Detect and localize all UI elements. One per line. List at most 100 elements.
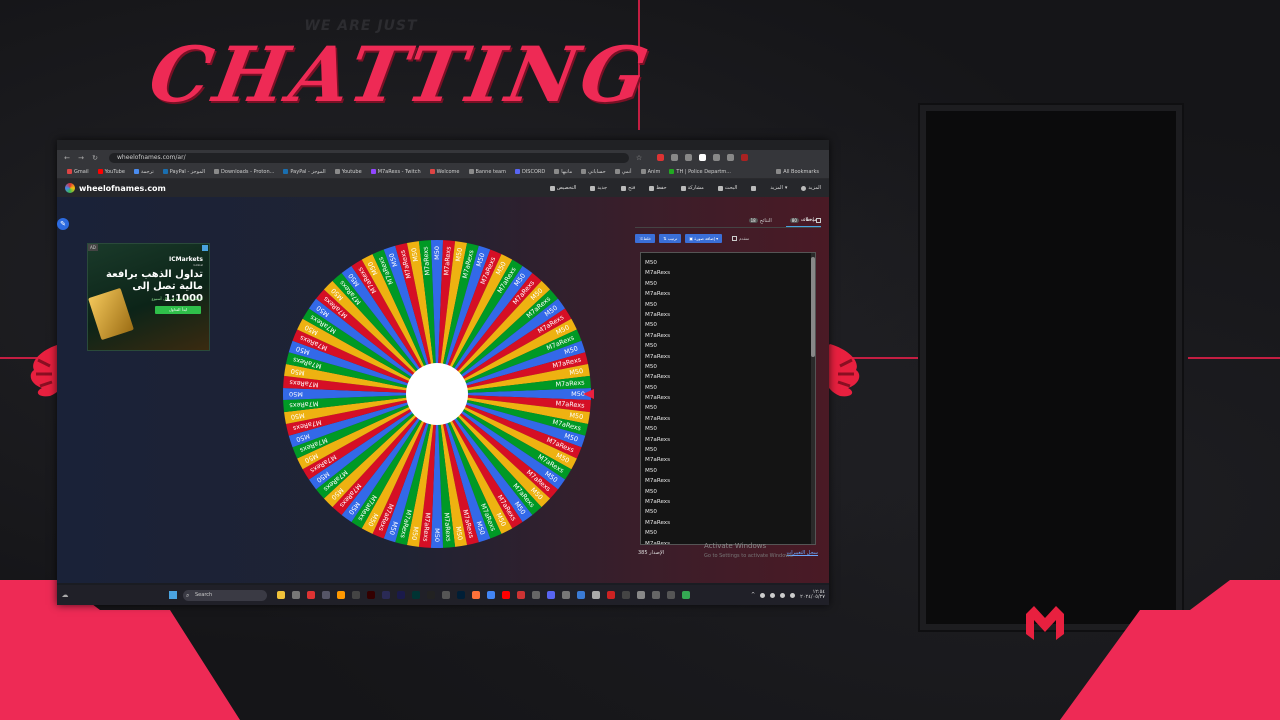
extension-icon[interactable] bbox=[713, 154, 720, 161]
bookmark[interactable]: Downloads - Proton... bbox=[214, 169, 274, 175]
all-bookmarks[interactable]: All Bookmarks bbox=[776, 169, 819, 175]
menu-save[interactable]: حفظ bbox=[649, 185, 667, 191]
bookmark[interactable]: Youtube bbox=[334, 169, 362, 175]
advertisement[interactable]: AD ICMarkets Global تداول الذهب برافعة م… bbox=[87, 243, 210, 351]
name-wheel[interactable]: M50 M7aRexs M50 M7aRexs M50 M7aRexs M50 M7aRexs… bbox=[280, 234, 594, 564]
app-icon[interactable] bbox=[562, 591, 570, 599]
tray-chevron-icon[interactable]: ^ bbox=[751, 592, 755, 598]
wheel-segment-label: M50 bbox=[571, 390, 585, 398]
entry-line: M7aRexs bbox=[645, 519, 671, 526]
app-icon[interactable] bbox=[622, 591, 630, 599]
widgets-icon[interactable]: ☁ bbox=[61, 591, 69, 599]
tray-icon[interactable] bbox=[760, 592, 766, 598]
bookmark[interactable]: Anim bbox=[640, 169, 660, 175]
settings-icon[interactable] bbox=[442, 591, 450, 599]
bookmark[interactable]: YouTube bbox=[97, 169, 125, 175]
bookmark[interactable]: ماتيها bbox=[554, 169, 572, 175]
audition-icon[interactable] bbox=[412, 591, 420, 599]
app-icon[interactable] bbox=[427, 591, 435, 599]
bookmark[interactable]: PayPal - الموجز bbox=[283, 169, 326, 175]
app-icon[interactable] bbox=[337, 591, 345, 599]
menu-fullscreen[interactable] bbox=[751, 185, 757, 191]
wheel-logo-icon bbox=[65, 183, 75, 193]
extension-icon[interactable] bbox=[727, 154, 734, 161]
illustrator-icon[interactable] bbox=[367, 591, 375, 599]
app-icon[interactable] bbox=[607, 591, 615, 599]
bookmark[interactable]: PayPal - الموجز bbox=[162, 169, 205, 175]
wheel-hub[interactable] bbox=[406, 363, 468, 425]
app-icon[interactable] bbox=[517, 591, 525, 599]
menu-customize[interactable]: التخصيص bbox=[549, 185, 576, 191]
app-icon[interactable] bbox=[667, 591, 675, 599]
app-icon[interactable] bbox=[292, 591, 300, 599]
photoshop-icon[interactable] bbox=[457, 591, 465, 599]
extension-icon[interactable] bbox=[685, 154, 692, 161]
bookmark[interactable]: حساباتي bbox=[581, 169, 606, 175]
app-icon[interactable] bbox=[322, 591, 330, 599]
menu-search[interactable]: البحث bbox=[717, 185, 737, 191]
taskbar-search[interactable]: Search bbox=[183, 589, 267, 601]
advanced-checkbox[interactable]: متقدم bbox=[732, 235, 749, 241]
entry-line: M50 bbox=[645, 405, 657, 412]
bookmark[interactable]: أنمي bbox=[614, 169, 632, 175]
bookmark[interactable]: DISCORD bbox=[514, 169, 545, 175]
shuffle-button[interactable]: ⤨ خلط bbox=[635, 233, 656, 243]
entry-line: M7aRexs bbox=[645, 498, 671, 505]
tray-icon[interactable] bbox=[770, 592, 776, 598]
menu-language[interactable]: المزيد bbox=[801, 185, 821, 191]
back-icon[interactable]: ← bbox=[63, 154, 71, 162]
entry-line: M50 bbox=[645, 467, 657, 474]
extension-icon[interactable] bbox=[699, 154, 706, 161]
firefox-icon[interactable] bbox=[472, 591, 480, 599]
ad-cta-button[interactable]: ابدأ التداول bbox=[155, 306, 201, 314]
hide-checkbox[interactable]: إخفاء bbox=[803, 217, 821, 223]
chrome-icon[interactable] bbox=[487, 591, 495, 599]
bookmark[interactable]: M7aRexs - Twitch bbox=[370, 169, 421, 175]
media-encoder-icon[interactable] bbox=[397, 591, 405, 599]
menu-new[interactable]: جديد bbox=[590, 185, 607, 191]
entry-line: M7aRexs bbox=[645, 478, 671, 485]
app-icon[interactable] bbox=[382, 591, 390, 599]
file-explorer-icon[interactable] bbox=[277, 591, 285, 599]
menu-more[interactable]: المزيد ▾ bbox=[770, 185, 787, 191]
address-bar[interactable]: wheelofnames.com/ar/ bbox=[109, 152, 629, 163]
app-icon[interactable] bbox=[352, 591, 360, 599]
bookmark[interactable]: Banne team bbox=[468, 169, 506, 175]
forward-icon[interactable]: → bbox=[77, 154, 85, 162]
entries-textarea[interactable]: M50 M7aRexs M50 M7aRexs M50 M7aRexs M50 M7aRexs… bbox=[640, 252, 816, 545]
add-image-button[interactable]: ▣ إضافة صورة ▾ bbox=[685, 233, 723, 243]
site-menu: التخصيص جديد فتح حفظ مشاركة البحث المزيد… bbox=[549, 185, 821, 191]
sort-button[interactable]: ⇅ ترتيب bbox=[659, 233, 682, 243]
menu-open[interactable]: فتح bbox=[621, 185, 635, 191]
extension-icon[interactable] bbox=[671, 154, 678, 161]
tab-results[interactable]: 18 النتائج bbox=[745, 214, 776, 227]
youtube-icon[interactable] bbox=[502, 591, 510, 599]
app-icon[interactable] bbox=[532, 591, 540, 599]
extension-icon[interactable] bbox=[741, 154, 748, 161]
clock[interactable]: ١٢:٥٤ ٢٠٢٤/٠٥/٢٧ bbox=[800, 590, 825, 600]
app-icon[interactable] bbox=[577, 591, 585, 599]
wifi-icon[interactable] bbox=[780, 592, 786, 598]
bookmark[interactable]: Gmail bbox=[67, 169, 89, 175]
bookmark[interactable]: ترجمة bbox=[133, 169, 154, 175]
app-icon[interactable] bbox=[592, 591, 600, 599]
site-name[interactable]: wheelofnames.com bbox=[79, 184, 166, 193]
discord-icon[interactable] bbox=[547, 591, 555, 599]
extension-icon[interactable] bbox=[657, 154, 664, 161]
ad-close-icon[interactable] bbox=[202, 245, 208, 251]
volume-icon[interactable] bbox=[790, 592, 796, 598]
start-button[interactable] bbox=[169, 591, 177, 599]
ad-brand: ICMarkets bbox=[169, 256, 203, 263]
star-icon[interactable]: ☆ bbox=[635, 154, 643, 162]
chrome-icon[interactable] bbox=[682, 591, 690, 599]
edit-pencil-button[interactable]: ✎ bbox=[57, 218, 69, 230]
app-icon[interactable] bbox=[637, 591, 645, 599]
reload-icon[interactable]: ↻ bbox=[91, 154, 99, 162]
bookmark[interactable]: Welcome bbox=[429, 169, 460, 175]
app-icon[interactable] bbox=[307, 591, 315, 599]
bookmark[interactable]: TH | Police Departm... bbox=[669, 169, 731, 175]
menu-share[interactable]: مشاركة bbox=[680, 185, 704, 191]
scrollbar-thumb[interactable] bbox=[811, 257, 815, 357]
app-icon[interactable] bbox=[652, 591, 660, 599]
scrollbar[interactable] bbox=[811, 253, 815, 544]
